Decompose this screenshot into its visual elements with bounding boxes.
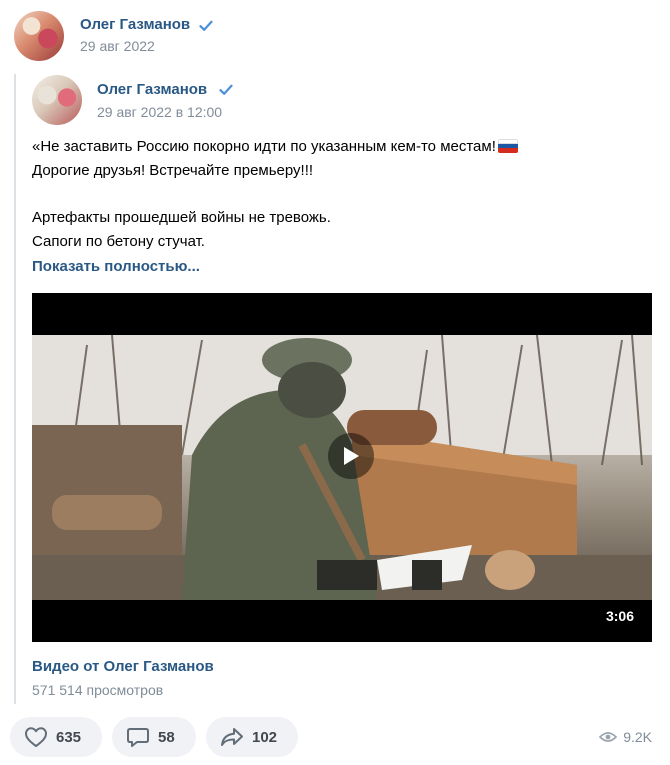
- post-text-line-3: Артефакты прошедшей войны не тревожь.: [32, 209, 331, 226]
- heart-icon: [25, 727, 47, 747]
- post-text-line-2: Дорогие друзья! Встречайте премьеру!!!: [32, 162, 314, 179]
- comment-icon: [127, 728, 149, 747]
- like-count: 635: [56, 728, 82, 746]
- repost-author-avatar[interactable]: [32, 75, 82, 125]
- video-title[interactable]: Видео от Олег Газманов: [32, 658, 214, 675]
- author-name[interactable]: Олег Газманов: [80, 16, 190, 33]
- views-count: 9.2K: [623, 729, 652, 745]
- repost-date[interactable]: 29 авг 2022 в 12:00: [97, 104, 222, 120]
- play-icon: [344, 447, 359, 465]
- share-icon: [221, 728, 243, 746]
- video-duration: 3:06: [605, 608, 634, 624]
- video-player[interactable]: 3:06: [32, 293, 652, 642]
- play-button[interactable]: [328, 433, 374, 479]
- post-text-line-1: «Не заставить Россию покорно идти по ука…: [32, 138, 496, 155]
- share-button[interactable]: 102: [206, 717, 298, 757]
- post-text-line: «Не заставить Россию покорно идти по ука…: [32, 138, 518, 155]
- like-button[interactable]: 635: [10, 717, 102, 757]
- repost-divider: [14, 74, 16, 704]
- verified-icon: [219, 84, 233, 95]
- repost-author-name[interactable]: Олег Газманов: [97, 81, 207, 98]
- verified-icon: [199, 20, 213, 31]
- post-date[interactable]: 29 авг 2022: [80, 38, 155, 54]
- comment-count: 58: [158, 728, 175, 746]
- author-avatar[interactable]: [14, 11, 64, 61]
- share-count: 102: [252, 728, 278, 746]
- eye-icon: [599, 732, 618, 742]
- views-counter: 9.2K: [599, 729, 652, 745]
- video-view-count: 571 514 просмотров: [32, 682, 164, 698]
- post-text-line-4: Сапоги по бетону стучат.: [32, 233, 205, 250]
- show-more-link[interactable]: Показать полностью...: [32, 258, 200, 275]
- russian-flag-icon: [497, 139, 518, 153]
- comment-button[interactable]: 58: [112, 717, 196, 757]
